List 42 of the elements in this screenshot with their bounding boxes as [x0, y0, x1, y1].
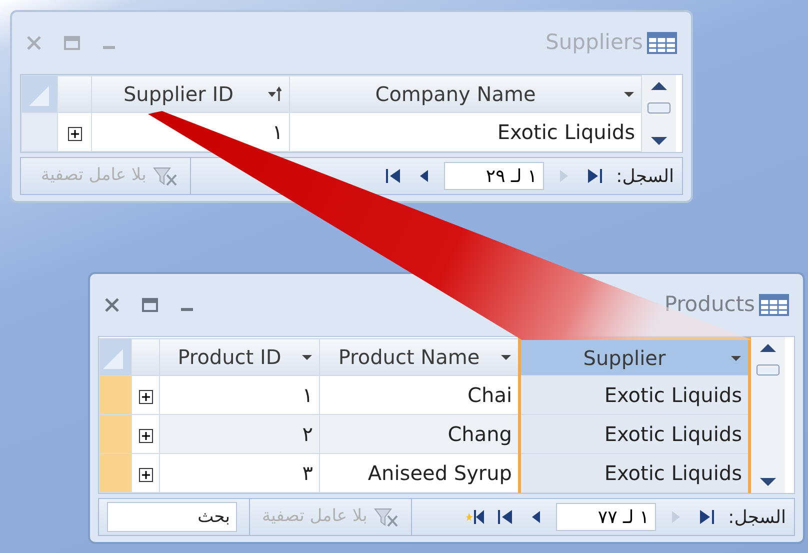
- scroll-up-icon[interactable]: [759, 343, 777, 353]
- search-field[interactable]: بحث: [107, 502, 237, 532]
- column-header[interactable]: Product Name: [320, 338, 520, 376]
- record-position-field[interactable]: ١ لـ ٢٩: [444, 162, 544, 190]
- table-icon: [647, 32, 677, 54]
- record-label: السجل:: [616, 164, 674, 188]
- scrollbar[interactable]: [751, 337, 785, 493]
- window-title: Suppliers: [546, 29, 643, 56]
- scroll-down-icon[interactable]: [650, 136, 668, 146]
- table-cell: ٣: [160, 454, 320, 492]
- scroll-thumb[interactable]: [756, 364, 780, 376]
- expand-icon[interactable]: [68, 126, 82, 141]
- record-position-field[interactable]: ١ لـ ٧٧: [556, 503, 656, 531]
- expand-icon[interactable]: [138, 428, 152, 443]
- maximize-icon[interactable]: [142, 298, 158, 312]
- scroll-thumb[interactable]: [647, 102, 671, 114]
- close-icon[interactable]: [104, 297, 120, 313]
- table-cell: Exotic Liquids: [520, 414, 750, 454]
- first-record-icon[interactable]: [586, 167, 604, 185]
- table-cell: Chang: [320, 414, 520, 454]
- column-header[interactable]: Product ID: [160, 338, 320, 376]
- last-record-icon[interactable]: [384, 167, 402, 185]
- record-label: السجل:: [728, 506, 786, 530]
- new-record-icon[interactable]: [466, 508, 484, 526]
- expand-icon[interactable]: [138, 468, 152, 482]
- column-header[interactable]: Company Name: [290, 76, 642, 112]
- column-header[interactable]: Supplier ID: [92, 76, 290, 112]
- scrollbar[interactable]: [642, 75, 676, 152]
- table-cell: ٢: [160, 414, 320, 454]
- table-cell: Exotic Liquids: [520, 376, 750, 414]
- window-title: Products: [664, 291, 755, 318]
- table-cell: Exotic Liquids: [520, 454, 750, 492]
- first-record-icon[interactable]: [698, 508, 716, 526]
- last-record-icon[interactable]: [496, 508, 514, 526]
- expand-icon[interactable]: [138, 390, 152, 404]
- column-header[interactable]: Supplier: [520, 338, 750, 376]
- scroll-up-icon[interactable]: [650, 81, 668, 91]
- scroll-down-icon[interactable]: [759, 477, 777, 487]
- table-icon: [759, 294, 789, 316]
- table-cell: Aniseed Syrup: [320, 454, 520, 492]
- sort-icon[interactable]: [267, 86, 283, 102]
- table-cell: Exotic Liquids: [290, 112, 642, 152]
